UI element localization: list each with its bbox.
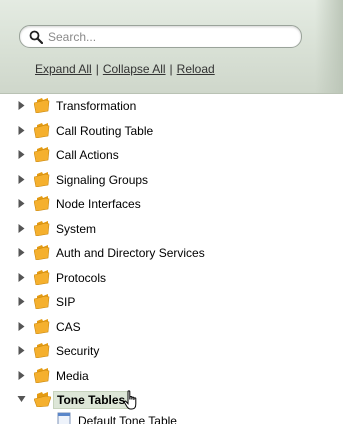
tree-item-sip[interactable]: SIP — [0, 292, 343, 312]
collapsed-arrow-icon[interactable] — [17, 272, 26, 283]
tree-item-label: Security — [56, 344, 100, 358]
tree-item-label: Transformation — [56, 99, 137, 113]
collapsed-arrow-icon[interactable] — [17, 149, 26, 160]
tree-child-default-tone-table[interactable]: Default Tone Table — [56, 407, 256, 424]
tree-item-label: Call Routing Table — [56, 123, 154, 138]
collapsed-arrow-icon[interactable] — [17, 125, 26, 136]
folder-icon — [34, 367, 50, 383]
tree-child-label: Default Tone Table — [78, 414, 177, 424]
folder-icon — [34, 196, 50, 211]
tree-item-label: SIP — [56, 295, 76, 309]
separator: | — [169, 62, 173, 76]
tree-item-security[interactable]: Security — [0, 341, 343, 361]
hand-cursor-icon — [123, 390, 137, 410]
collapsed-arrow-icon[interactable] — [17, 345, 26, 356]
tree-item-label: System — [56, 221, 97, 236]
tree-item-label: Node Interfaces — [56, 197, 141, 211]
tree-item-label: Signaling Groups — [56, 172, 149, 187]
tree-item-call-actions[interactable]: Call Actions — [0, 145, 343, 165]
collapsed-arrow-icon[interactable] — [17, 100, 26, 111]
collapsed-arrow-icon[interactable] — [17, 247, 26, 258]
folder-icon — [34, 294, 50, 309]
tree-item-media[interactable]: Media — [0, 366, 343, 386]
tree-item-label: Call Actions — [56, 148, 119, 162]
tree-item-label: Media — [56, 368, 89, 383]
tree-item-cas[interactable]: CAS — [0, 317, 343, 337]
folder-icon — [34, 269, 50, 285]
collapsed-arrow-icon[interactable] — [17, 370, 26, 381]
search-panel: Expand All|Collapse All|Reload — [0, 0, 343, 94]
folder-icon — [34, 171, 50, 187]
tree-actions: Expand All | Collapse All | Reload — [35, 62, 215, 78]
folder-icon — [34, 147, 50, 162]
tree-item-label: CAS — [56, 319, 81, 334]
tree-item-call-routing-table[interactable]: Call Routing Table — [0, 121, 343, 141]
tree-item-auth-and-directory-services[interactable]: Auth and Directory Services — [0, 243, 343, 263]
folder-icon — [34, 245, 50, 260]
tree-item-node-interfaces[interactable]: Node Interfaces — [0, 194, 343, 214]
tree-item-protocols[interactable]: Protocols — [0, 268, 343, 288]
collapsed-arrow-icon[interactable] — [17, 174, 26, 185]
search-input[interactable] — [48, 27, 293, 46]
folder-icon — [34, 98, 50, 113]
search-icon — [29, 30, 43, 44]
collapsed-arrow-icon[interactable] — [17, 296, 26, 307]
tree-item-system[interactable]: System — [0, 219, 343, 239]
collapsed-arrow-icon[interactable] — [17, 198, 26, 209]
folder-icon — [34, 220, 50, 236]
tree-item-label: Protocols — [56, 270, 107, 285]
collapsed-arrow-icon[interactable] — [17, 223, 26, 234]
document-icon — [57, 412, 71, 424]
collapse-all-link[interactable]: Collapse All — [103, 62, 166, 76]
panel-shade — [315, 0, 343, 93]
expand-all-link[interactable]: Expand All — [35, 62, 92, 76]
separator: | — [95, 62, 99, 76]
open-folder-icon — [34, 392, 51, 407]
folder-icon — [34, 318, 50, 334]
folder-icon — [34, 343, 50, 358]
tree-item-transformation[interactable]: Transformation — [0, 96, 343, 116]
collapsed-arrow-icon[interactable] — [17, 321, 26, 332]
reload-link[interactable]: Reload — [177, 62, 215, 76]
search-box[interactable] — [19, 25, 302, 48]
tree-item-label: Auth and Directory Services — [56, 246, 205, 260]
folder-icon — [34, 122, 50, 138]
tree-item-signaling-groups[interactable]: Signaling Groups — [0, 170, 343, 190]
expanded-arrow-icon[interactable] — [17, 394, 26, 405]
